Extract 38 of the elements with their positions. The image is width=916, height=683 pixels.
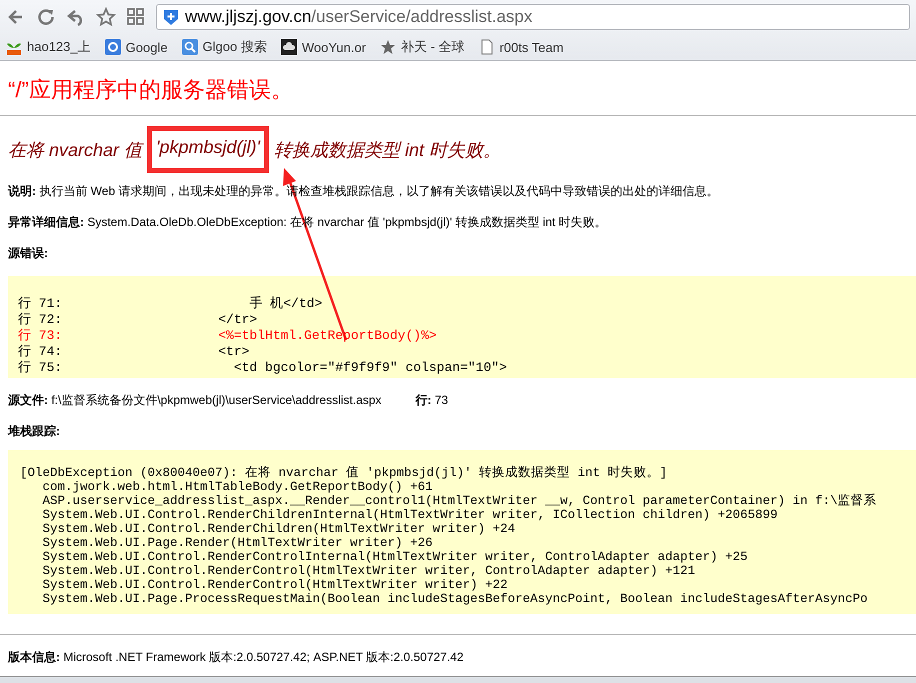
section-heading: 源错误: (8, 245, 49, 262)
source-code-line: 行 72: </tr> (18, 312, 258, 328)
page-icon (478, 39, 495, 55)
section-heading: 堆栈跟踪: (8, 423, 61, 440)
source-code-line: 行 74: <tr> (18, 344, 250, 360)
stack-trace-line: System.Web.UI.Control.RenderControl(HtmlTextWriter writer, ControlAdapter adapter) +121 (42, 564, 696, 578)
bookmark-link[interactable]: WooYun.or (280, 39, 366, 55)
stack-trace-line: [OleDbException (0x80040e07): 在将 nvarchar 值 'pkpmbsjd(jl)' 转换成数据类型 int 时失败。] (20, 466, 668, 480)
stack-trace-line: ASP.userservice_addresslist_aspx.__Render__control1(HtmlTextWriter __w, Control parameterContainer) in f:\监督系 (42, 494, 878, 508)
bookmark-link[interactable]: 补天 - 全球 (380, 38, 465, 56)
stack-trace-line: System.Web.UI.Page.Render(HtmlTextWriter writer) +26 (42, 536, 434, 550)
bookmark-link[interactable]: Google (104, 39, 168, 55)
search-icon (182, 39, 198, 55)
source-code-line: 行 75: <td bgcolor="#f9f9f9" colspan="10"> (18, 360, 508, 376)
star-icon[interactable] (96, 7, 116, 27)
bookmark-link[interactable]: Glgoo 搜索 (182, 38, 267, 56)
address-bar[interactable]: www.jljszj.gov.cn/userService/addresslist.aspx (156, 4, 910, 30)
bookmark-link[interactable]: r00ts Team (478, 39, 564, 55)
apps-grid-icon[interactable] (126, 7, 146, 27)
source-code-line: 行 71: 手 机</td> (18, 296, 324, 312)
stack-trace-line: System.Web.UI.Page.ProcessRequestMain(Boolean includeStagesBeforeAsyncPoint, Boolean includeStagesAfterAsyncPo (42, 592, 869, 606)
stack-trace-line: com.jwork.web.html.HtmlTableBody.GetReportBody() +61 (42, 480, 434, 494)
reload-icon[interactable] (36, 7, 56, 27)
highlighted-value: 'pkpmbsjd(jl)' (156, 137, 260, 157)
bookmark-link[interactable]: hao123_上 (6, 38, 91, 56)
stack-trace-line: System.Web.UI.Control.RenderControl(HtmlTextWriter writer) +22 (42, 578, 509, 592)
stack-trace-line: System.Web.UI.Control.RenderChildrenInternal(HtmlTextWriter writer, ICollection children) +2065899 (42, 508, 779, 522)
error-title: “/”应用程序中的服务器错误。 (8, 76, 294, 104)
shield-icon (163, 8, 179, 26)
cloud-icon (280, 39, 297, 55)
star-icon (380, 39, 396, 55)
stack-trace-line: System.Web.UI.Control.RenderChildren(HtmlTextWriter writer) +24 (42, 522, 516, 536)
error-message: 在将 nvarchar 值 (8, 138, 145, 162)
source-file-text: 源文件: f:\监督系统备份文件\pkpmweb(jl)\userService\addresslist.aspx (8, 392, 382, 409)
version-info-text: 版本信息: Microsoft .NET Framework 版本:2.0.50727.42; ASP.NET 版本:2.0.50727.42 (8, 649, 465, 666)
source-line-text: 行: 73 (415, 392, 448, 409)
stack-trace-line: System.Web.UI.Control.RenderControlInternal(HtmlTextWriter writer, ControlAdapter adapter) +25 (42, 550, 749, 564)
error-message: 转换成数据类型 int 时失败。 (272, 138, 501, 162)
